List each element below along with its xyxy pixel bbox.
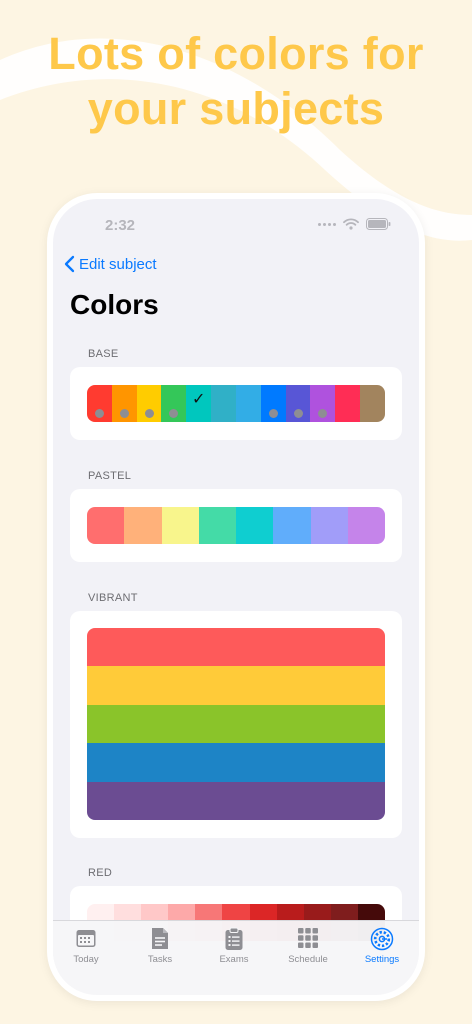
- base-color-strip: ✓: [87, 385, 385, 422]
- tab-settings-label: Settings: [364, 954, 400, 965]
- base-swatch[interactable]: [360, 385, 385, 422]
- vibrant-swatch[interactable]: [87, 666, 385, 705]
- section-label-vibrant: VIBRANT: [88, 592, 138, 604]
- base-swatch[interactable]: [136, 385, 162, 422]
- checkmark-icon: ✓: [192, 391, 206, 408]
- chevron-left-icon: [64, 255, 75, 273]
- pastel-color-strip: [87, 507, 385, 544]
- gear-icon: [370, 927, 394, 951]
- vibrant-color-stack: [87, 628, 385, 820]
- tab-today-label: Today: [73, 954, 99, 965]
- base-swatch[interactable]: [260, 385, 286, 422]
- pastel-swatch[interactable]: [198, 507, 236, 544]
- base-swatch[interactable]: [235, 385, 261, 422]
- in-use-dot-icon: [318, 409, 328, 418]
- tab-bar: Today Tasks Exams Schedule Settings: [53, 920, 419, 995]
- headline-line-1: Lots of colors for: [48, 28, 424, 79]
- phone-screen: 2:32 Edit subject Colors BASE ✓ PASTEL V…: [53, 199, 419, 995]
- grid-icon: [298, 928, 318, 948]
- tab-settings[interactable]: Settings: [349, 927, 415, 965]
- signal-dots-icon: [318, 222, 336, 226]
- clipboard-icon: [225, 927, 243, 950]
- battery-icon: [366, 218, 391, 230]
- base-swatch[interactable]: ✓: [186, 385, 212, 422]
- status-icons: [318, 218, 391, 230]
- pastel-swatch[interactable]: [347, 507, 385, 544]
- base-swatch[interactable]: [111, 385, 137, 422]
- pastel-swatch[interactable]: [161, 507, 199, 544]
- calendar-icon: [76, 930, 96, 947]
- in-use-dot-icon: [268, 409, 278, 418]
- document-icon: [152, 928, 168, 949]
- back-button-label: Edit subject: [79, 255, 157, 273]
- in-use-dot-icon: [119, 409, 129, 418]
- in-use-dot-icon: [169, 409, 179, 418]
- wifi-icon: [343, 218, 359, 230]
- tab-schedule-label: Schedule: [288, 954, 328, 965]
- base-swatch[interactable]: [285, 385, 311, 422]
- in-use-dot-icon: [144, 409, 154, 418]
- in-use-dot-icon: [94, 409, 104, 418]
- page-title: Colors: [70, 289, 159, 320]
- status-time: 2:32: [105, 217, 136, 234]
- tab-exams-label: Exams: [219, 954, 249, 965]
- vibrant-swatch[interactable]: [87, 781, 385, 820]
- base-swatch[interactable]: [211, 385, 236, 422]
- tab-tasks[interactable]: Tasks: [127, 927, 193, 965]
- section-label-red: RED: [88, 867, 113, 879]
- vibrant-colors-card: [70, 611, 402, 838]
- section-label-pastel: PASTEL: [88, 470, 132, 482]
- pastel-swatch[interactable]: [87, 507, 125, 544]
- tab-exams[interactable]: Exams: [201, 927, 267, 965]
- in-use-dot-icon: [293, 409, 303, 418]
- back-button[interactable]: Edit subject: [64, 255, 157, 273]
- headline-line-2: your subjects: [87, 83, 385, 134]
- base-swatch[interactable]: [310, 385, 336, 422]
- base-swatch[interactable]: [87, 385, 112, 422]
- tab-today[interactable]: Today: [53, 927, 119, 965]
- vibrant-swatch[interactable]: [87, 743, 385, 782]
- pastel-swatch[interactable]: [273, 507, 311, 544]
- headline: Lots of colors for your subjects: [0, 26, 472, 136]
- pastel-swatch[interactable]: [236, 507, 274, 544]
- pastel-swatch[interactable]: [310, 507, 348, 544]
- phone-frame: 2:32 Edit subject Colors BASE ✓ PASTEL V…: [47, 193, 425, 1001]
- base-swatch[interactable]: [335, 385, 361, 422]
- pastel-swatch[interactable]: [124, 507, 162, 544]
- section-label-base: BASE: [88, 348, 119, 360]
- base-swatch[interactable]: [161, 385, 187, 422]
- tab-schedule[interactable]: Schedule: [275, 927, 341, 965]
- vibrant-swatch[interactable]: [87, 628, 385, 667]
- tab-tasks-label: Tasks: [147, 954, 173, 965]
- vibrant-swatch[interactable]: [87, 704, 385, 744]
